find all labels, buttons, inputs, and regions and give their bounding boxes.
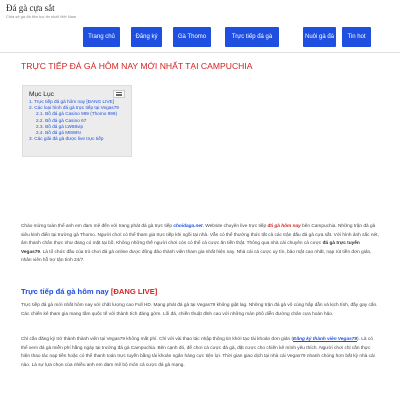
toc-toggle-icon[interactable]: [113, 90, 125, 98]
intro-text: . Website chuyên live trực tiếp: [202, 224, 268, 229]
section-paragraph-1: Trực tiếp đá gà mới nhất hôm nay với chấ…: [21, 303, 378, 317]
divider: [0, 52, 400, 53]
paragraph-text: Chỉ cần đăng ký trở thành thành viên tại…: [21, 337, 294, 342]
live-badge: [ĐANG LIVE]: [110, 287, 158, 296]
intro-paragraph: Chào mừng toàn thể anh em đam mê đến với…: [21, 223, 380, 266]
nav-raise-cocks[interactable]: Nuôi gà đá: [303, 27, 336, 47]
live-today-link[interactable]: đá gà hôm nay: [268, 224, 301, 229]
table-of-contents: Mục Lục 1. Trực tiếp đá gà hôm nay [ĐANG…: [22, 85, 132, 157]
toc-item[interactable]: 3. Các giải đá gà được live trực tiếp: [29, 136, 125, 142]
intro-text: Chào mừng toàn thể anh em đam mê đến với…: [21, 224, 174, 229]
nav-hot-news[interactable]: Tin hot: [342, 27, 371, 47]
nav-home[interactable]: Trang chủ: [83, 27, 120, 47]
site-tagline: Chia sẻ gà đá liên tục tin nhất Việt Nam: [6, 14, 77, 19]
site-link[interactable]: choidaga.net: [173, 224, 202, 229]
site-title[interactable]: Đá gà cựa sắt: [6, 3, 400, 13]
main-nav: Trang chủ Đăng ký Gà Thomo Trực tiếp đá …: [0, 24, 400, 50]
section-heading: Trực tiếp đá gà hôm nay [ĐANG LIVE]: [21, 287, 157, 296]
section-heading-text: Trực tiếp đá gà hôm nay: [21, 287, 111, 296]
nav-register[interactable]: Đăng ký: [131, 27, 162, 47]
section-paragraph-2: Chỉ cần đăng ký trở thành thành viên tại…: [21, 336, 380, 370]
article-title: TRỰC TIẾP ĐÁ GÀ HÔM NAY MỚI NHẤT TẠI CAM…: [21, 61, 253, 71]
intro-text: . Là tổ chức đầu của trò chơi đá gà onli…: [21, 249, 372, 264]
site-header: Đá gà cựa sắt Chia sẻ gà đá liên tục tin…: [0, 0, 400, 22]
toc-list: 1. Trực tiếp đá gà hôm nay [ĐANG LIVE] 2…: [29, 99, 125, 142]
toc-subitem[interactable]: 2.1. Bồ đá gà Casino 999 (Thomo 999): [29, 111, 125, 117]
toc-header: Mục Lục: [29, 90, 125, 98]
page: Đá gà cựa sắt Chia sẻ gà đá liên tục tin…: [0, 0, 400, 400]
nav-ga-thomo[interactable]: Gà Thomo: [173, 27, 211, 47]
nav-live-cockfight[interactable]: Trực tiếp đá gà: [225, 27, 279, 47]
register-link[interactable]: Đăng ký thành viên Vegas79: [293, 337, 357, 342]
toc-title: Mục Lục: [29, 90, 54, 98]
